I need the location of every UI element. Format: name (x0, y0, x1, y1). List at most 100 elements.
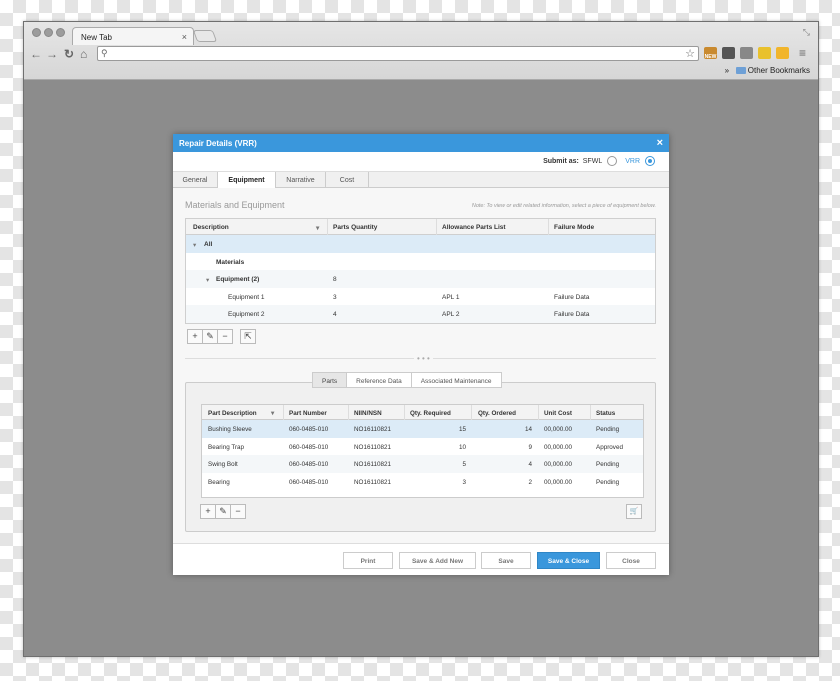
col-unit-cost[interactable]: Unit Cost (544, 410, 572, 417)
part-niin: NO16110821 (354, 461, 391, 468)
col-failure-mode[interactable]: Failure Mode (554, 224, 594, 231)
row-description: Equipment (2) (216, 276, 260, 283)
col-description[interactable]: Description (193, 224, 229, 231)
col-niin-nsn[interactable]: NIIN/NSN (354, 410, 382, 417)
export-button[interactable]: ⇱ (240, 329, 256, 344)
subtab-reference-data[interactable]: Reference Data (346, 372, 412, 388)
submit-as-group: Submit as: SFWL VRR (543, 156, 655, 166)
forward-icon[interactable]: → (46, 47, 58, 61)
search-icon: ⚲ (101, 48, 108, 58)
table-row[interactable]: ▾ All (186, 235, 655, 253)
part-description: Bearing (208, 478, 230, 486)
add-button[interactable]: + (187, 329, 203, 344)
other-bookmarks-link[interactable]: Other Bookmarks (748, 66, 810, 75)
dialog-tabs: General Equipment Narrative Cost (173, 171, 669, 189)
col-qty-required[interactable]: Qty. Required (410, 410, 451, 417)
table-row[interactable]: Bushing Sleeve 060-0485-010 NO16110821 1… (202, 420, 643, 438)
part-qty-ordered: 2 (528, 478, 532, 486)
tab-close-icon[interactable]: × (182, 32, 187, 42)
new-extension-icon[interactable]: NEW (704, 47, 717, 60)
part-status: Approved (596, 443, 623, 451)
row-qty: 4 (333, 311, 337, 318)
subtab-associated-maintenance[interactable]: Associated Maintenance (410, 372, 502, 388)
parts-subtabs: Parts Reference Data Associated Maintena… (312, 372, 502, 388)
edit-part-button[interactable]: ✎ (215, 504, 231, 519)
fullscreen-icon[interactable]: ⤡ (803, 27, 810, 38)
part-description: Bearing Trap (208, 443, 245, 451)
table-row[interactable]: Equipment 1 3 APL 1 Failure Data (186, 288, 655, 306)
table-row[interactable]: ▾ Equipment (2) 8 (186, 270, 655, 288)
tab-narrative[interactable]: Narrative (276, 172, 326, 188)
table-row[interactable]: Bearing 060-0485-010 NO16110821 3 2 00,0… (202, 473, 643, 491)
key-extension-icon[interactable] (758, 47, 771, 59)
collapse-icon[interactable]: ▾ (193, 241, 196, 249)
sort-icon[interactable]: ▾ (271, 410, 274, 417)
minimize-window-button[interactable] (44, 28, 53, 37)
bookmark-star-icon[interactable]: ☆ (685, 47, 695, 60)
table-row[interactable]: Materials (186, 253, 655, 271)
new-tab-button[interactable] (192, 30, 218, 42)
equipment-grid: Description ▾ Parts Quantity Allowance P… (185, 218, 656, 324)
back-icon[interactable]: ← (30, 47, 42, 61)
close-window-button[interactable] (32, 28, 41, 37)
section-note: Note: To view or edit related informatio… (471, 203, 656, 209)
sort-icon[interactable]: ▾ (316, 224, 319, 232)
address-input[interactable] (112, 48, 672, 59)
bookmarks-overflow-icon[interactable]: » (725, 66, 729, 75)
folder-extension-icon[interactable] (776, 47, 789, 59)
reload-icon[interactable]: ↻ (64, 47, 74, 61)
vrr-radio[interactable] (645, 156, 655, 166)
tab-equipment[interactable]: Equipment (218, 172, 276, 189)
row-description: Equipment 1 (228, 293, 265, 301)
col-part-description[interactable]: Part Description (208, 410, 257, 417)
collapse-icon[interactable]: ▾ (206, 276, 209, 284)
save-and-add-new-button[interactable]: Save & Add New (399, 552, 476, 569)
part-qty-required: 5 (462, 461, 466, 468)
col-qty-ordered[interactable]: Qty. Ordered (478, 410, 516, 417)
pocket-icon[interactable] (722, 47, 735, 59)
close-icon[interactable]: × (657, 137, 663, 149)
remove-part-button[interactable]: − (230, 504, 246, 519)
print-button[interactable]: Print (343, 552, 393, 569)
save-button[interactable]: Save (481, 552, 531, 569)
part-unit-cost: 00,000.00 (544, 478, 573, 486)
edit-button[interactable]: ✎ (202, 329, 218, 344)
vrr-label: VRR (625, 157, 640, 165)
row-description: All (204, 241, 213, 248)
part-description: Swing Bolt (208, 461, 238, 468)
part-unit-cost: 00,000.00 (544, 426, 573, 433)
remove-button[interactable]: − (217, 329, 233, 344)
sfwl-radio[interactable] (607, 156, 618, 166)
tab-cost[interactable]: Cost (326, 172, 369, 188)
col-status[interactable]: Status (596, 410, 615, 417)
parts-table-header: Part Description ▾ Part Number NIIN/NSN … (202, 405, 643, 420)
tab-general[interactable]: General (173, 172, 218, 188)
row-failure: Failure Data (554, 311, 590, 318)
zoom-window-button[interactable] (56, 28, 65, 37)
dialog-title: Repair Details (VRR) (179, 139, 257, 148)
add-part-button[interactable]: + (200, 504, 216, 519)
col-allowance-parts-list[interactable]: Allowance Parts List (442, 224, 506, 231)
save-and-close-button[interactable]: Save & Close (537, 552, 600, 569)
browser-tab[interactable]: New Tab × (72, 27, 194, 45)
row-description: Materials (216, 258, 245, 266)
splitter-handle[interactable]: • • • (414, 354, 433, 363)
equipment-toolbar: + ✎ − ⇱ (187, 329, 256, 344)
col-parts-quantity[interactable]: Parts Quantity (333, 224, 377, 231)
cast-icon[interactable] (740, 47, 753, 59)
menu-icon[interactable]: ≡ (799, 46, 806, 60)
table-row[interactable]: Swing Bolt 060-0485-010 NO16110821 5 4 0… (202, 455, 643, 473)
cart-icon[interactable]: 🛒 (626, 504, 642, 519)
row-qty: 8 (333, 276, 337, 283)
table-row[interactable]: Equipment 2 4 APL 2 Failure Data (186, 305, 655, 323)
home-icon[interactable]: ⌂ (80, 47, 87, 61)
part-niin: NO16110821 (354, 478, 391, 486)
part-status: Pending (596, 478, 620, 486)
close-button[interactable]: Close (606, 552, 656, 569)
section-title: Materials and Equipment (185, 200, 285, 210)
subtab-parts[interactable]: Parts (312, 372, 348, 388)
col-part-number[interactable]: Part Number (289, 410, 327, 417)
table-row[interactable]: Bearing Trap 060-0485-010 NO16110821 10 … (202, 438, 643, 456)
part-status: Pending (596, 426, 620, 433)
address-bar[interactable]: ⚲ ☆ (97, 46, 699, 61)
